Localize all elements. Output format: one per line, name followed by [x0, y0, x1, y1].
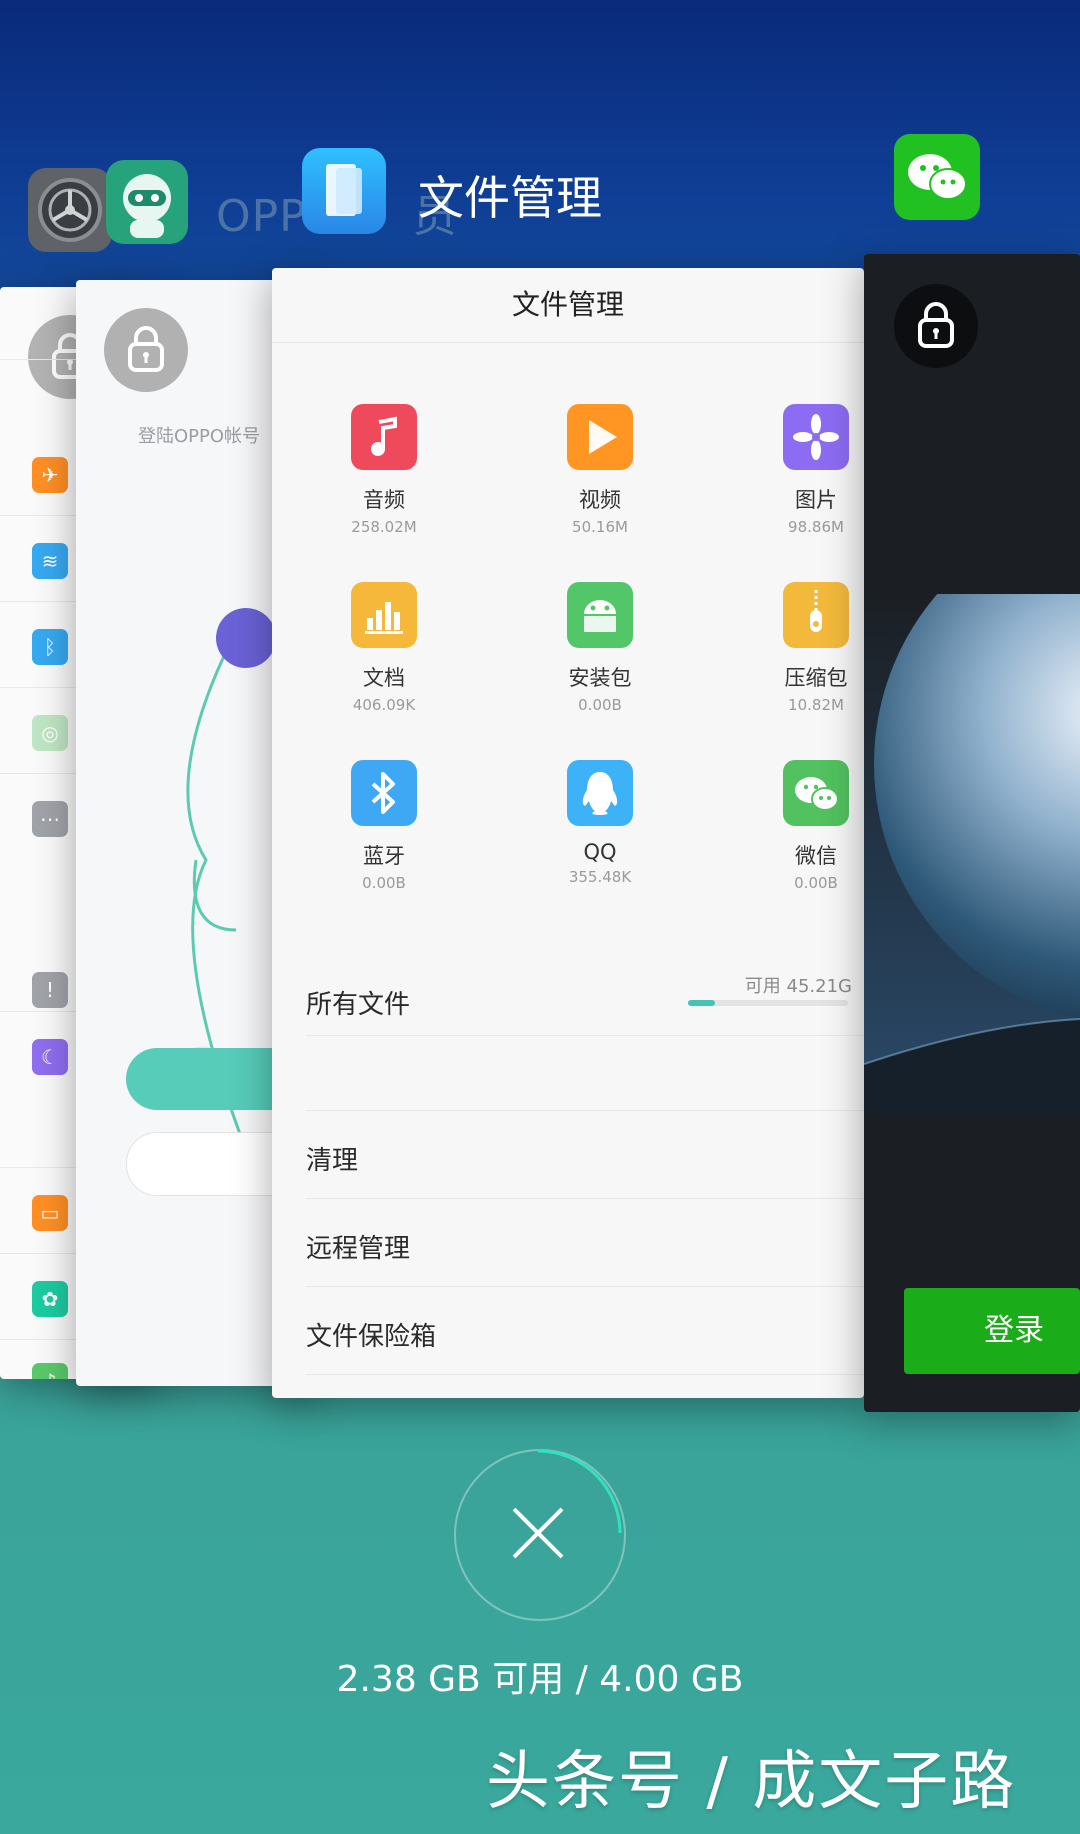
- display-icon[interactable]: ▭: [32, 1195, 68, 1231]
- notice-icon[interactable]: !: [32, 972, 68, 1008]
- oppo-account-app-icon[interactable]: [106, 160, 188, 244]
- wechat-icon: [908, 154, 967, 200]
- storage-bar: [688, 1000, 848, 1006]
- category-audio[interactable]: 音频 258.02M: [284, 404, 484, 536]
- login-hint: 登陆OPPO帐号: [138, 426, 261, 447]
- menu-clean[interactable]: 清理: [306, 1140, 864, 1177]
- wechat-login-button[interactable]: 登录: [904, 1288, 1080, 1374]
- qq-penguin-icon: [567, 760, 633, 826]
- category-images[interactable]: 图片 98.86M: [716, 404, 864, 536]
- earth-image: [864, 594, 1080, 1114]
- storage-available: 可用 45.21G: [744, 976, 852, 997]
- watermark-text: 头条号 / 成文子路: [486, 1745, 1017, 1819]
- robot-icon: [123, 174, 171, 238]
- category-documents[interactable]: 文档 406.09K: [284, 582, 484, 714]
- file-manager-title: 文件管理: [272, 268, 864, 343]
- sound-icon[interactable]: ♪: [32, 1363, 68, 1379]
- airplane-icon[interactable]: ✈: [32, 457, 68, 493]
- menu-remote-manage[interactable]: 远程管理: [306, 1228, 864, 1265]
- file-manager-app-icon[interactable]: [302, 148, 386, 234]
- wechat-icon: [783, 760, 849, 826]
- category-wechat[interactable]: 微信 0.00B: [716, 760, 864, 892]
- more-icon[interactable]: ⋯: [32, 801, 68, 837]
- category-video[interactable]: 视频 50.16M: [500, 404, 700, 536]
- folder-pages-icon: [326, 164, 362, 216]
- wechat-app-icon[interactable]: [894, 134, 980, 220]
- storage-bar-fill: [688, 1000, 716, 1006]
- music-icon: [351, 404, 417, 470]
- flower-icon: [783, 404, 849, 470]
- memory-status: 2.38 GB 可用 / 4.00 GB: [336, 1659, 744, 1700]
- flower-setting-icon[interactable]: ✿: [32, 1281, 68, 1317]
- category-qq[interactable]: QQ 355.48K: [500, 760, 700, 886]
- lock-button[interactable]: [894, 284, 978, 368]
- close-icon: [512, 1449, 622, 1559]
- android-icon: [567, 582, 633, 648]
- lock-icon: [128, 326, 164, 372]
- globe-icon[interactable]: ◎: [32, 715, 68, 751]
- menu-file-safe[interactable]: 文件保险箱: [306, 1316, 864, 1353]
- moon-icon[interactable]: ☾: [32, 1039, 68, 1075]
- category-apk[interactable]: 安装包 0.00B: [500, 582, 700, 714]
- zipper-icon: [783, 582, 849, 648]
- file-manager-card[interactable]: 文件管理 音频 258.02M 视频 50.16M 图片 98.86M 文档 4…: [272, 268, 864, 1398]
- bluetooth-icon: [351, 760, 417, 826]
- lock-icon: [918, 302, 954, 348]
- wifi-icon[interactable]: ≋: [32, 543, 68, 579]
- category-bluetooth[interactable]: 蓝牙 0.00B: [284, 760, 484, 892]
- video-play-icon: [567, 404, 633, 470]
- file-manager-app-label: 文件管理: [418, 171, 602, 225]
- settings-app-icon[interactable]: [28, 168, 112, 252]
- bluetooth-icon[interactable]: ᛒ: [32, 629, 68, 665]
- gear-icon: [38, 178, 102, 242]
- all-files-label: 所有文件: [306, 990, 411, 1020]
- lock-button[interactable]: [104, 308, 188, 392]
- clear-all-button[interactable]: [454, 1449, 626, 1621]
- category-archives[interactable]: 压缩包 10.82M: [716, 582, 864, 714]
- bar-chart-icon: [351, 582, 417, 648]
- wechat-card[interactable]: [864, 254, 1080, 1412]
